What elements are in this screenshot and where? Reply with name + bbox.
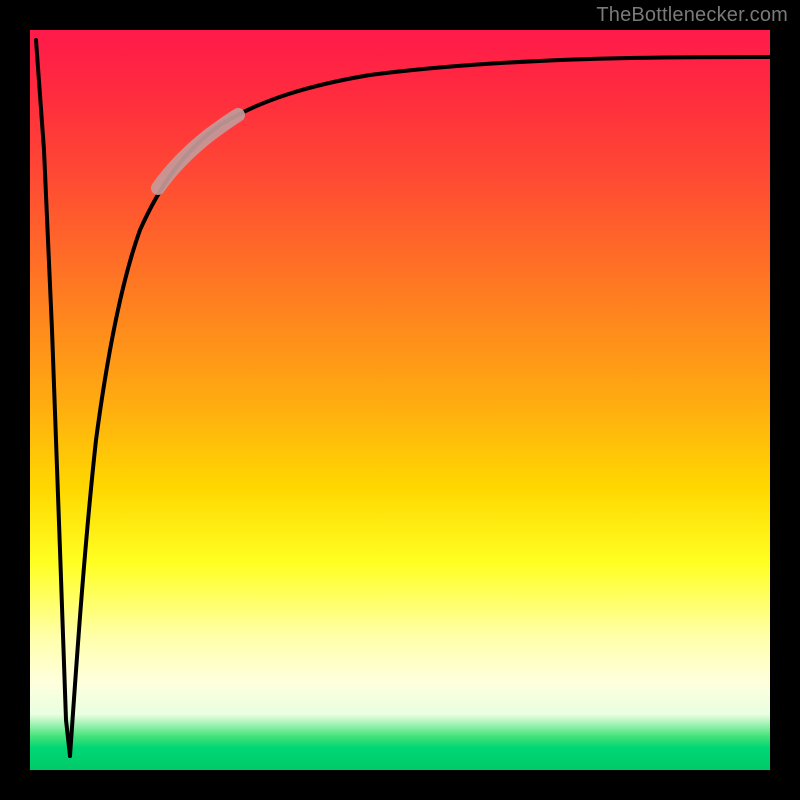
curve-left-drop <box>36 40 70 756</box>
chart-frame: TheBottlenecker.com <box>0 0 800 800</box>
watermark-text: TheBottlenecker.com <box>596 4 788 27</box>
plot-area <box>30 30 770 770</box>
bottleneck-curve <box>30 30 770 770</box>
curve-highlight-segment <box>158 115 238 188</box>
